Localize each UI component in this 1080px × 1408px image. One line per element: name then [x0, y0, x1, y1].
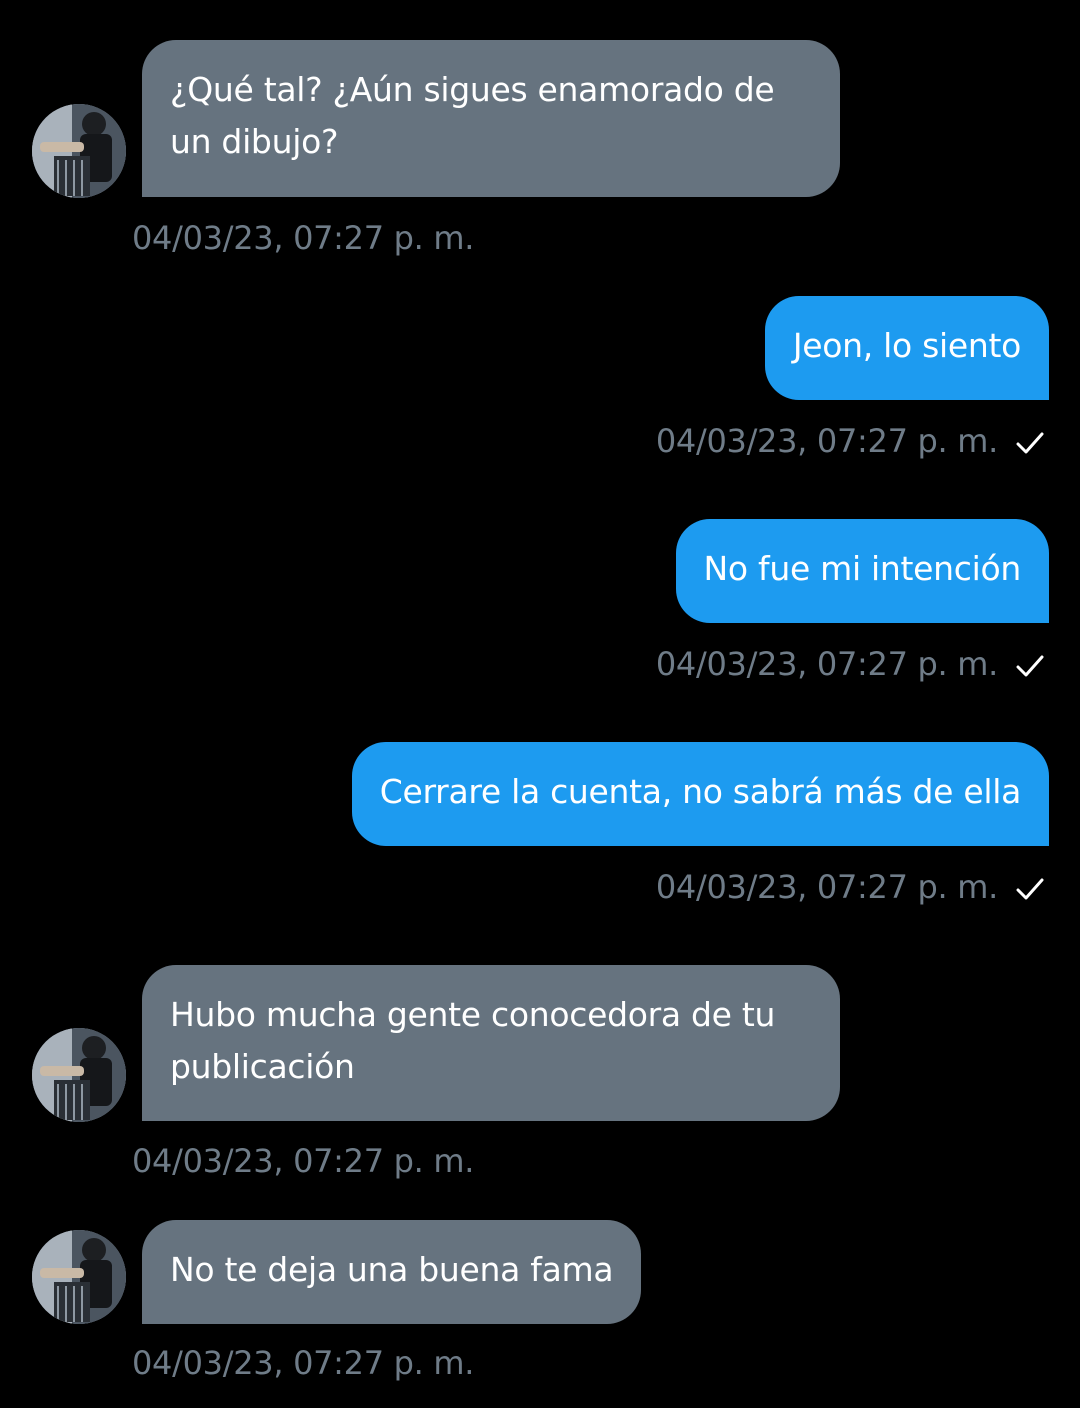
message-timestamp: 04/03/23, 07:27 p. m. [132, 1344, 475, 1382]
message-timestamp: 04/03/23, 07:27 p. m. [655, 422, 998, 460]
contact-avatar[interactable] [32, 1028, 126, 1122]
message-timestamp: 04/03/23, 07:27 p. m. [655, 868, 998, 906]
outgoing-message-bubble[interactable]: Jeon, lo siento [764, 296, 1049, 400]
outgoing-message-bubble[interactable]: No fue mi intención [675, 519, 1049, 623]
avatar-photo [32, 1028, 126, 1122]
checkmark-icon [1016, 655, 1044, 677]
incoming-message-bubble[interactable]: Hubo mucha gente conocedora de tu public… [142, 965, 840, 1121]
message-timestamp: 04/03/23, 07:27 p. m. [655, 645, 998, 683]
contact-avatar[interactable] [32, 104, 126, 198]
contact-avatar[interactable] [32, 1230, 126, 1324]
incoming-message-bubble[interactable]: ¿Qué tal? ¿Aún sigues enamorado de un di… [142, 40, 840, 197]
checkmark-icon [1016, 432, 1044, 454]
incoming-message-bubble[interactable]: No te deja una buena fama [142, 1220, 642, 1324]
message-timestamp: 04/03/23, 07:27 p. m. [132, 219, 475, 257]
message-timestamp: 04/03/23, 07:27 p. m. [132, 1142, 475, 1180]
avatar-photo [32, 1230, 126, 1324]
outgoing-message-bubble[interactable]: Cerrare la cuenta, no sabrá más de ella [351, 742, 1049, 846]
message-thread[interactable]: ¿Qué tal? ¿Aún sigues enamorado de un di… [0, 0, 1080, 1408]
checkmark-icon [1016, 878, 1044, 900]
avatar-photo [32, 104, 126, 198]
